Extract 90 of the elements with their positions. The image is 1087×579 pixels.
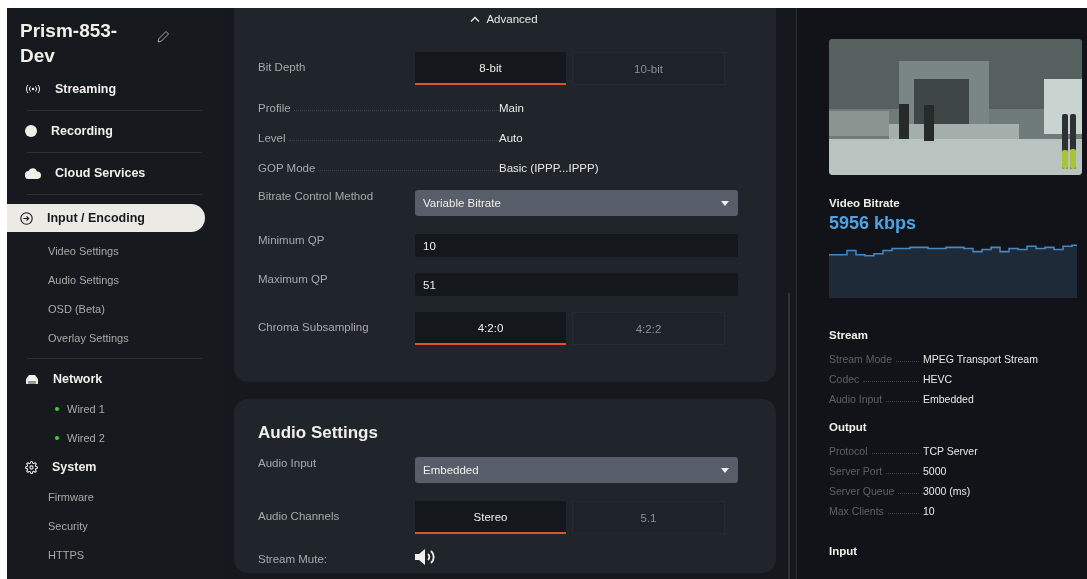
field-label: Level [258, 132, 286, 144]
nav-label: Recording [51, 124, 113, 138]
info-label: Stream Mode [829, 353, 893, 365]
section-title: Stream [829, 329, 869, 341]
nav-sublabel: OSD (Beta) [48, 302, 105, 315]
card-title: Audio Settings [258, 423, 379, 443]
settings-icon [25, 460, 38, 474]
cloud-icon [25, 167, 41, 179]
info-label: Server Queue [829, 485, 895, 497]
input-field[interactable]: 51 [415, 273, 738, 296]
field-value: Basic (IPPP...IPPP) [499, 162, 599, 174]
field-label: Minimum QP [258, 234, 326, 246]
record-icon [25, 125, 37, 137]
field-label: GOP Mode [258, 162, 316, 174]
field-label: Profile [258, 102, 291, 114]
segment-option[interactable]: 4:2:0 [415, 312, 566, 345]
nav-subitem[interactable]: Wired 1 [7, 394, 222, 423]
nav-label: System [52, 460, 97, 474]
nav-subitem[interactable]: Video Settings [7, 236, 222, 265]
edit-icon[interactable] [156, 30, 170, 44]
field-value: Main [499, 102, 524, 114]
network-icon [25, 374, 39, 384]
stat-title: Video Bitrate [829, 197, 901, 209]
nav-item[interactable]: Recording [7, 116, 222, 146]
speaker-icon [415, 549, 437, 565]
nav-subitem[interactable]: Security [7, 511, 222, 540]
segment-option[interactable]: 8-bit [415, 52, 566, 85]
info-value: TCP Server [923, 445, 978, 457]
field-label: Stream Mute: [258, 552, 329, 565]
field-label: Maximum QP [258, 273, 329, 285]
nav-label: Streaming [55, 82, 117, 96]
info-label: Codec [829, 373, 860, 385]
nav-subitem[interactable]: Audio Settings [7, 265, 222, 294]
segment-option[interactable]: Stereo [415, 501, 566, 534]
nav-item[interactable]: Network [7, 364, 222, 394]
nav-sublabel: Wired 1 [67, 402, 105, 415]
nav-label: Cloud Services [55, 166, 146, 180]
field-label: Audio Input [258, 457, 318, 469]
nav-sublabel: Firmware [48, 490, 94, 503]
nav-subitem[interactable]: Overlay Settings [7, 323, 222, 352]
nav-subitem[interactable]: Firmware [7, 482, 222, 511]
arrow-circle-icon [20, 211, 33, 225]
mute-toggle[interactable] [415, 549, 437, 565]
field-label: Audio Channels [258, 509, 341, 522]
dropdown-caret-icon [721, 200, 729, 206]
input-field[interactable]: 10 [415, 234, 738, 257]
nav-item[interactable]: Streaming [7, 74, 222, 104]
info-label: Max Clients [829, 505, 884, 517]
nav-sublabel: Video Settings [48, 244, 119, 257]
nav-sublabel: Security [48, 519, 88, 532]
info-value: 3000 (ms) [923, 485, 971, 497]
nav-item[interactable]: Cloud Services [7, 158, 222, 188]
nav-sublabel: Wired 2 [67, 431, 105, 444]
dropdown-caret-icon [721, 467, 729, 473]
info-label: Server Port [829, 465, 883, 477]
broadcast-icon [25, 84, 41, 94]
field-label: Chroma Subsampling [258, 320, 370, 333]
section-title: Output [829, 421, 868, 433]
nav-sublabel: Audio Settings [48, 273, 119, 286]
device-name: Prism-853-Dev [20, 19, 119, 68]
field-label: Bitrate Control Method [258, 190, 375, 202]
field-label: Bit Depth [258, 60, 307, 73]
nav-subitem[interactable]: OSD (Beta) [7, 294, 222, 323]
nav-sublabel: Overlay Settings [48, 331, 129, 344]
info-value: Embedded [923, 393, 974, 405]
chevron-up-icon [470, 16, 481, 22]
segment-option[interactable]: 10-bit [572, 52, 725, 85]
segment-option[interactable]: 5.1 [572, 501, 725, 534]
nav-sublabel: HTTPS [48, 548, 85, 561]
segment-option[interactable]: 4:2:2 [572, 312, 725, 345]
info-value: MPEG Transport Stream [923, 353, 1038, 365]
nav-label: Input / Encoding [47, 211, 145, 225]
nav-label: Network [53, 372, 103, 386]
nav-item[interactable]: Input / Encoding [7, 204, 205, 232]
section-title: Input [829, 545, 859, 557]
bitrate-value: 5956 kbps [829, 213, 918, 234]
nav-subitem[interactable]: Wired 2 [7, 423, 222, 452]
nav-subitem[interactable]: HTTPS [7, 540, 222, 569]
audio-meter [1070, 114, 1076, 169]
nav-item[interactable]: System [7, 452, 222, 482]
field-value: Auto [499, 132, 523, 144]
dropdown-select[interactable]: Embedded [415, 457, 738, 483]
audio-meter [1062, 114, 1068, 169]
info-value: 10 [923, 505, 935, 517]
advanced-toggle[interactable]: Advanced [466, 11, 542, 27]
info-label: Audio Input [829, 393, 883, 405]
dropdown-select[interactable]: Variable Bitrate [415, 190, 738, 216]
info-label: Protocol [829, 445, 868, 457]
info-value: HEVC [923, 373, 953, 385]
info-value: 5000 [923, 465, 947, 477]
